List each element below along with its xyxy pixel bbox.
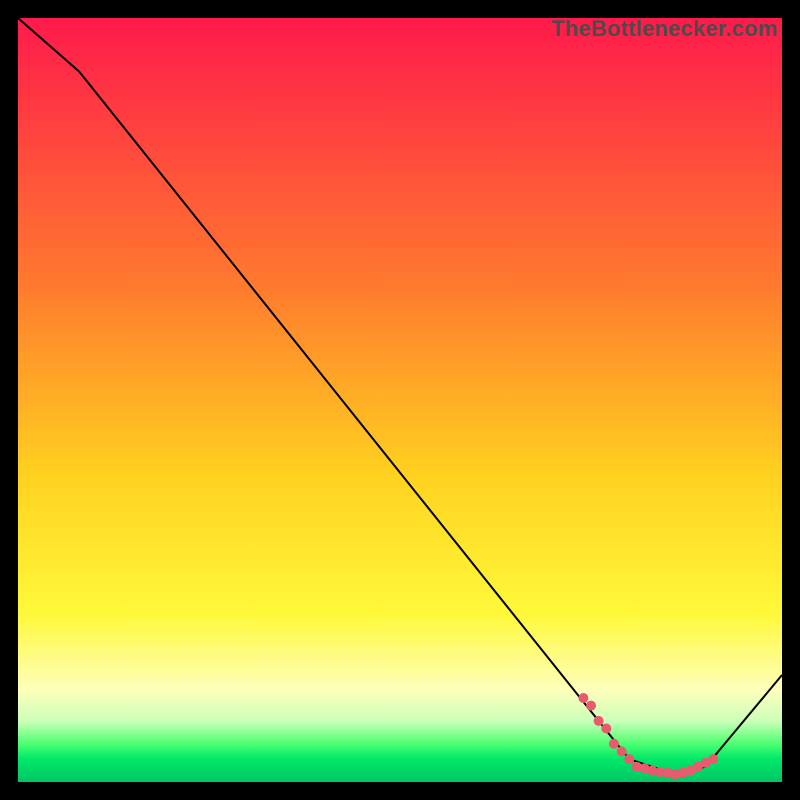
chart-frame: TheBottlenecker.com <box>0 0 800 800</box>
plot-area: TheBottlenecker.com <box>18 18 782 782</box>
marker-dot <box>624 754 634 764</box>
marker-dot <box>578 693 588 703</box>
plot-svg <box>18 18 782 782</box>
gradient-background <box>18 18 782 782</box>
marker-dot <box>594 716 604 726</box>
marker-dot <box>708 754 718 764</box>
marker-dot <box>601 724 611 734</box>
marker-dot <box>617 746 627 756</box>
watermark-text: TheBottlenecker.com <box>552 16 778 42</box>
marker-dot <box>586 701 596 711</box>
marker-dot <box>609 739 619 749</box>
